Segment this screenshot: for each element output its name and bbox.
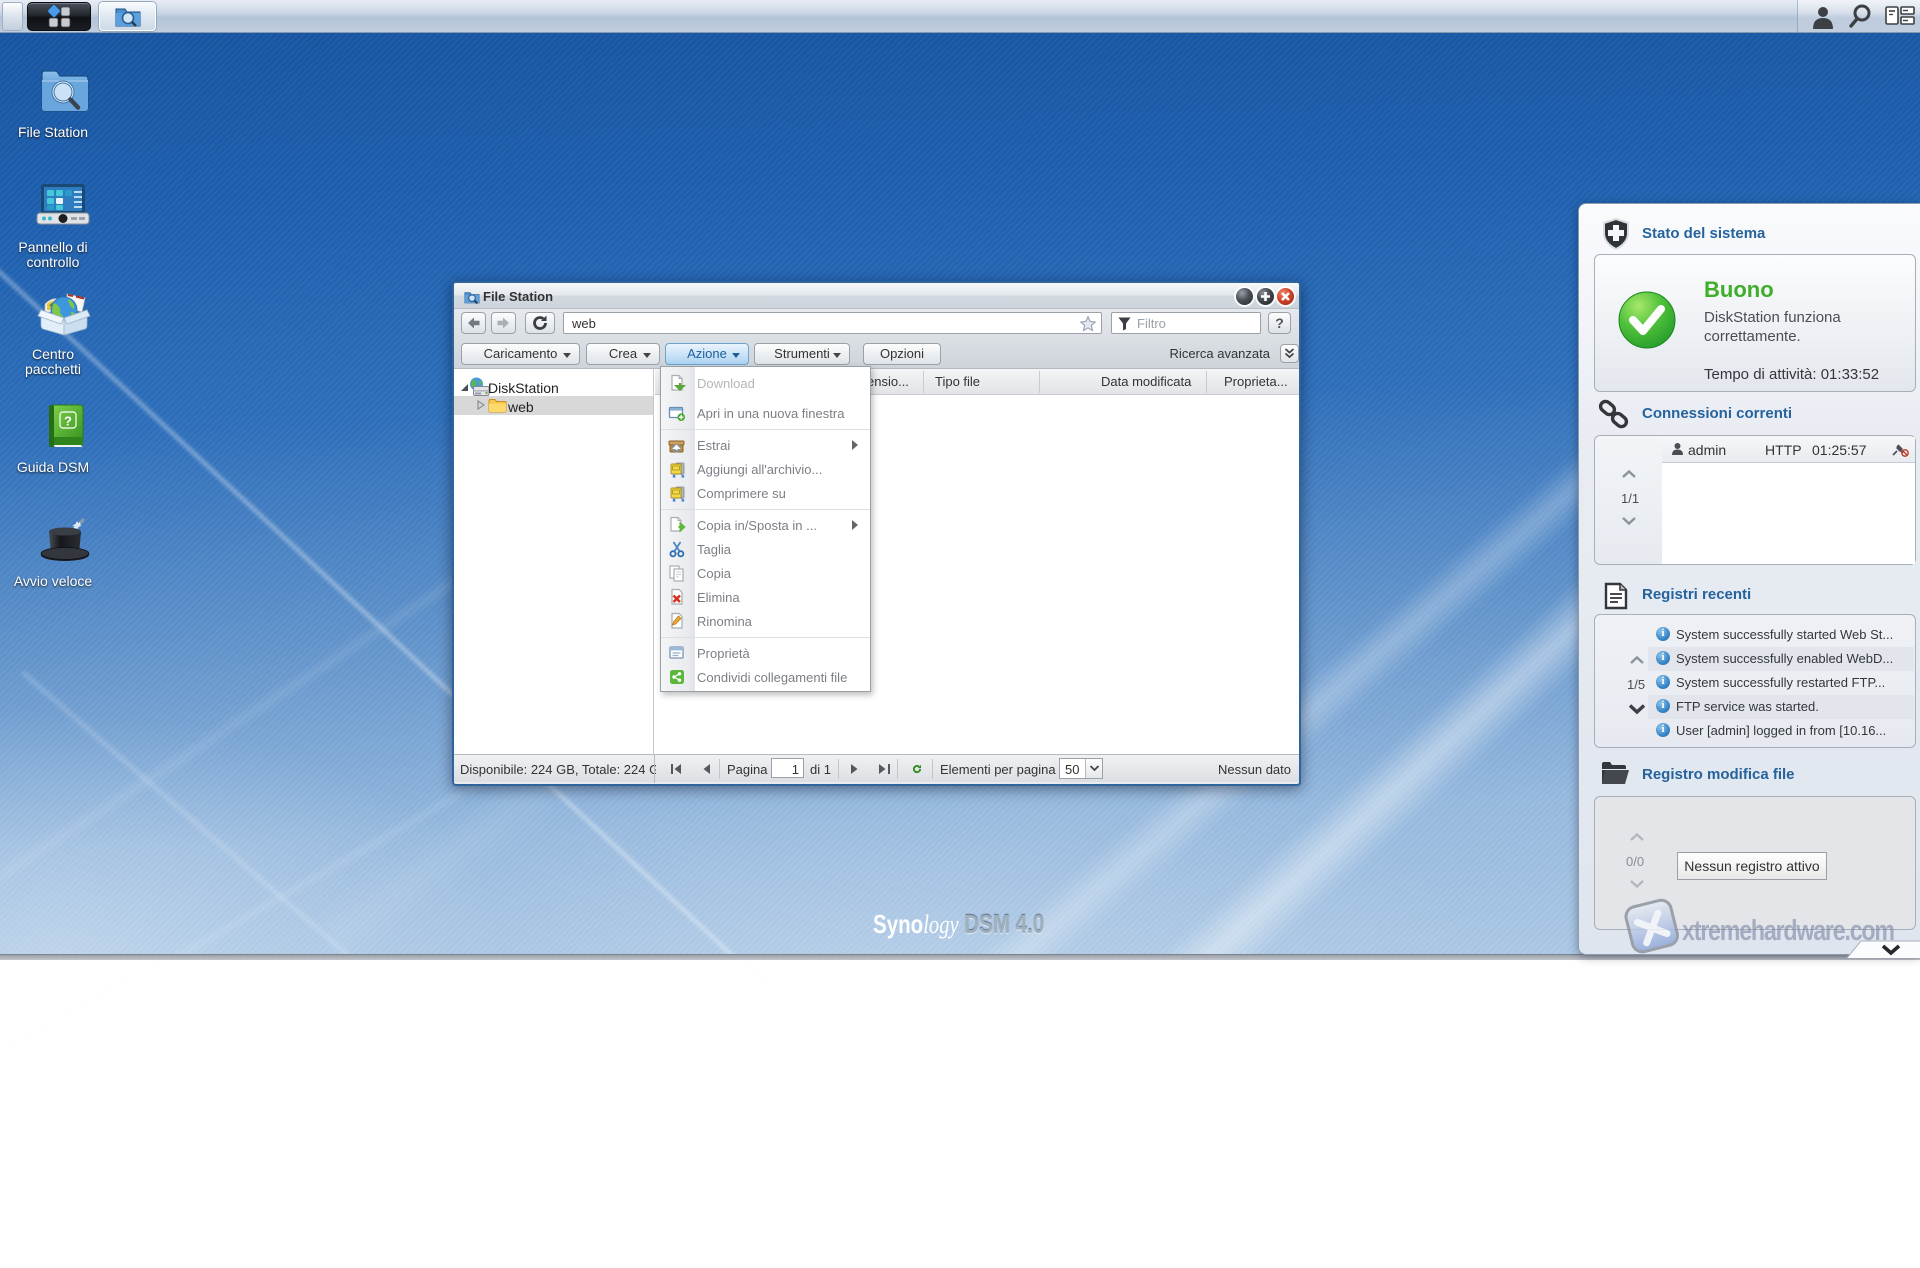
svg-text:?: ? bbox=[64, 414, 72, 429]
